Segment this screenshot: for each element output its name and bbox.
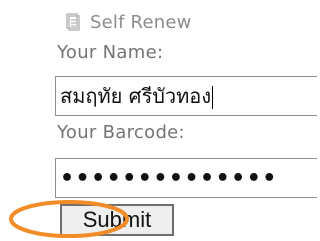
self-renew-form: Self Renew Your Name: สมฤทัย ศรีบัวทอง Y… — [0, 0, 317, 241]
book-icon — [66, 13, 80, 31]
your-barcode-value: •••••••••••••• — [60, 165, 278, 191]
your-name-label: Your Name: — [57, 42, 164, 63]
your-name-input[interactable]: สมฤทัย ศรีบัวทอง — [55, 76, 317, 116]
page-title: Self Renew — [90, 11, 192, 33]
your-name-value: สมฤทัย ศรีบัวทอง — [60, 84, 212, 108]
your-barcode-label: Your Barcode: — [57, 122, 185, 143]
submit-button[interactable]: Submit — [60, 204, 174, 236]
your-barcode-input[interactable]: •••••••••••••• — [55, 158, 317, 198]
self-renew-header: Self Renew — [64, 10, 192, 34]
text-caret — [212, 85, 214, 109]
